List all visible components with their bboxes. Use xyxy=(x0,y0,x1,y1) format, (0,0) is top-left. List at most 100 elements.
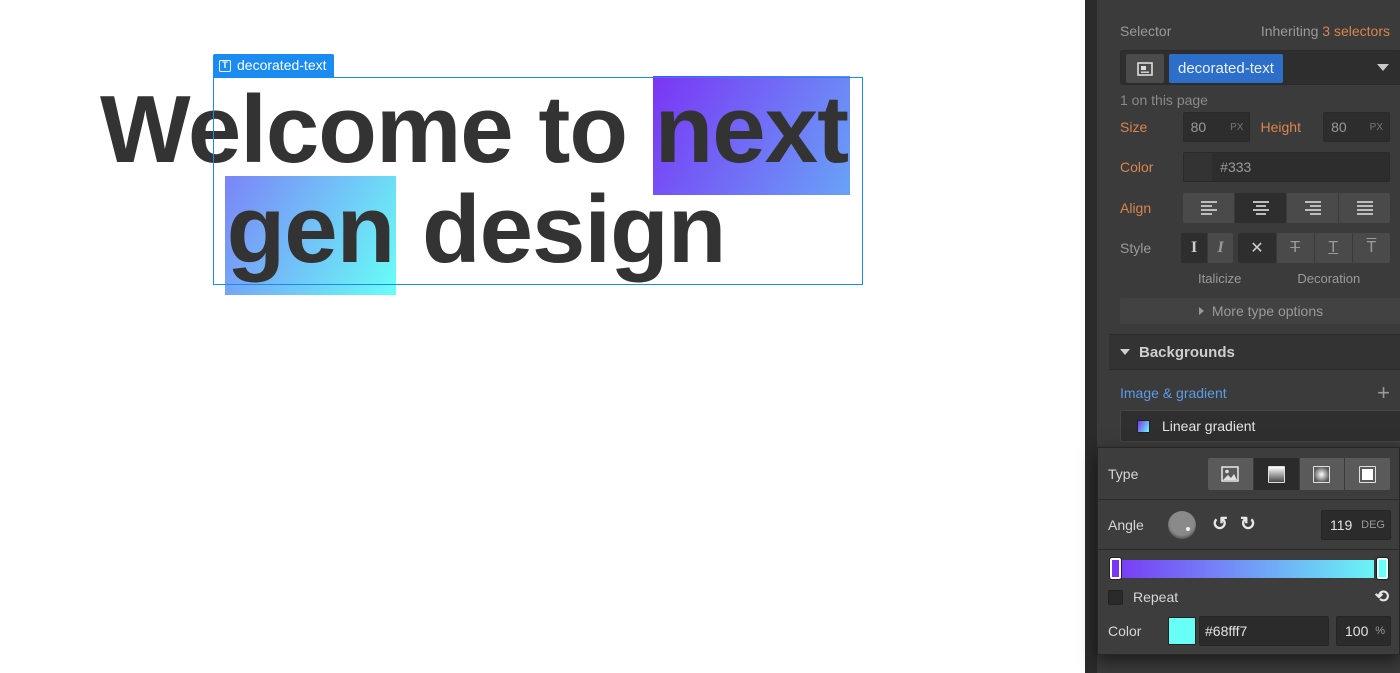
stop-color-hex-input[interactable]: #68fff7 xyxy=(1199,616,1329,646)
on-page-count: 1 on this page xyxy=(1120,92,1208,108)
more-type-options-button[interactable]: More type options xyxy=(1120,298,1400,324)
italic-on-icon[interactable]: I xyxy=(1208,233,1234,263)
element-tag-label: decorated-text xyxy=(237,57,327,73)
linear-gradient-type-button[interactable] xyxy=(1253,458,1300,490)
backgrounds-title: Backgrounds xyxy=(1139,343,1235,361)
align-left-icon xyxy=(1200,201,1217,215)
color-row: Color #333 xyxy=(1120,151,1390,183)
height-unit[interactable]: PX xyxy=(1370,122,1383,133)
size-value: 80 xyxy=(1190,119,1207,135)
align-label: Align xyxy=(1120,200,1152,216)
align-left-button[interactable] xyxy=(1183,193,1236,223)
no-decoration-icon[interactable]: ✕ xyxy=(1238,233,1277,263)
align-right-icon xyxy=(1304,201,1321,215)
repeat-label: Repeat xyxy=(1133,589,1179,605)
repeat-checkbox[interactable] xyxy=(1108,589,1123,605)
stop-color-swatch[interactable] xyxy=(1168,617,1196,645)
italicize-label: Italicize xyxy=(1198,270,1242,286)
decoration-label: Decoration xyxy=(1297,270,1361,286)
text-block-icon: T xyxy=(219,59,231,72)
more-type-options-label: More type options xyxy=(1211,303,1324,319)
stop-color-label: Color xyxy=(1108,623,1142,639)
repeat-row: Repeat ⟲ xyxy=(1098,586,1399,608)
heading-line-1: Welcome to next xyxy=(60,76,890,195)
linear-gradient-layer[interactable]: Linear gradient xyxy=(1120,410,1400,442)
style-label: Style xyxy=(1120,240,1152,256)
selector-field[interactable]: decorated-text xyxy=(1120,50,1400,85)
chevron-down-icon xyxy=(1120,349,1130,355)
linear-gradient-type-icon xyxy=(1267,465,1285,483)
inheriting-count: 3 selectors xyxy=(1322,23,1390,39)
inheriting-info[interactable]: Inheriting 3 selectors xyxy=(1261,23,1390,39)
angle-row: Angle ↺ ↻ 119 DEG xyxy=(1098,500,1399,550)
add-icon[interactable]: + xyxy=(1377,382,1390,404)
align-justify-icon xyxy=(1356,201,1373,215)
stop-opacity-unit: % xyxy=(1375,625,1385,637)
stop-opacity-input[interactable]: 100 % xyxy=(1336,616,1391,646)
size-row: Size 80 PX Height 80 PX xyxy=(1120,111,1391,143)
angle-value: 119 xyxy=(1330,516,1353,533)
image-gradient-row: Image & gradient + xyxy=(1120,382,1390,404)
stop-color-row: Color #68fff7 100 % xyxy=(1098,614,1399,648)
radial-gradient-type-button[interactable] xyxy=(1300,458,1346,490)
swap-stops-icon[interactable]: ⟲ xyxy=(1375,587,1389,607)
underline-icon[interactable]: T xyxy=(1315,233,1353,263)
backgrounds-section-header[interactable]: Backgrounds xyxy=(1109,334,1400,370)
image-gradient-label: Image & gradient xyxy=(1120,385,1227,401)
color-label[interactable]: Color xyxy=(1120,159,1183,175)
image-type-icon xyxy=(1221,466,1240,482)
height-label[interactable]: Height xyxy=(1260,119,1323,135)
selector-label: Selector xyxy=(1120,23,1172,39)
linear-gradient-label: Linear gradient xyxy=(1162,418,1256,434)
size-label[interactable]: Size xyxy=(1120,119,1183,135)
strikethrough-icon[interactable]: T xyxy=(1277,233,1315,263)
rotate-ccw-icon[interactable]: ↺ xyxy=(1212,515,1228,534)
size-unit[interactable]: PX xyxy=(1230,122,1243,133)
heading-text-design: design xyxy=(396,176,726,283)
heading-line-2: gen design xyxy=(60,176,890,295)
style-sublabels: Italicize Decoration xyxy=(1120,270,1390,286)
gradient-highlight-gen: gen xyxy=(224,176,397,295)
height-input[interactable]: 80 PX xyxy=(1323,112,1391,142)
stop-color-hex: #68fff7 xyxy=(1205,623,1248,639)
align-control xyxy=(1183,193,1390,223)
align-center-button[interactable] xyxy=(1235,193,1288,223)
align-row: Align xyxy=(1120,192,1390,224)
rotate-cw-icon[interactable]: ↻ xyxy=(1240,515,1256,534)
style-row: Style I I ✕ T T T xyxy=(1120,232,1390,264)
image-type-button[interactable] xyxy=(1208,458,1254,490)
overline-icon[interactable]: T xyxy=(1353,233,1390,263)
angle-dial[interactable] xyxy=(1168,510,1196,539)
element-tag[interactable]: T decorated-text xyxy=(213,54,334,77)
align-justify-button[interactable] xyxy=(1339,193,1390,223)
gradient-stop-start[interactable] xyxy=(1110,558,1121,579)
selector-chip[interactable]: decorated-text xyxy=(1169,54,1283,83)
gradient-stop-end[interactable] xyxy=(1377,558,1388,579)
type-label: Type xyxy=(1108,465,1139,482)
decorated-text-heading[interactable]: Welcome to next gen design xyxy=(60,76,890,295)
gradient-swatch-icon xyxy=(1137,419,1150,433)
chevron-down-icon[interactable] xyxy=(1377,64,1389,71)
color-input[interactable]: #333 xyxy=(1183,152,1390,182)
gradient-editor-popup: Type Angle ↺ ↻ 119 DEG Repeat ⟲ Color #6… xyxy=(1097,447,1400,655)
design-canvas[interactable]: Welcome to next gen design T decorated-t… xyxy=(0,0,1085,673)
radial-gradient-type-icon xyxy=(1313,465,1331,483)
chevron-right-icon xyxy=(1198,307,1204,315)
stop-opacity-value: 100 xyxy=(1345,623,1369,639)
align-right-button[interactable] xyxy=(1287,193,1340,223)
italic-control: I I xyxy=(1181,233,1234,263)
heading-text-welcome: Welcome to xyxy=(99,76,653,183)
type-control xyxy=(1208,458,1390,490)
height-value: 80 xyxy=(1331,119,1347,135)
selector-element-icon[interactable] xyxy=(1126,54,1164,83)
italic-off-icon[interactable]: I xyxy=(1181,233,1208,263)
size-input[interactable]: 80 PX xyxy=(1182,112,1251,142)
angle-label: Angle xyxy=(1108,516,1144,533)
gradient-stops-bar[interactable] xyxy=(1109,558,1389,579)
solid-color-type-button[interactable] xyxy=(1345,458,1390,490)
selector-header: Selector Inheriting 3 selectors xyxy=(1120,20,1390,42)
color-swatch[interactable] xyxy=(1184,153,1213,181)
color-value: #333 xyxy=(1220,159,1252,175)
angle-input[interactable]: 119 DEG xyxy=(1321,509,1391,540)
decoration-control: ✕ T T T xyxy=(1238,233,1390,263)
